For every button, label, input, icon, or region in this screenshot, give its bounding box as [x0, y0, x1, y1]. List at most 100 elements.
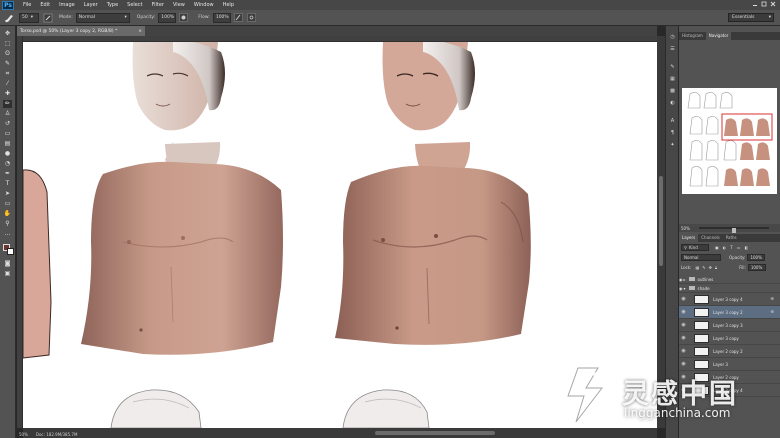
layer-row[interactable]: ◉ Layer 3 copy	[679, 332, 780, 345]
layer-row[interactable]: ◉ Layer 3 copy 4 ⊛	[679, 293, 780, 306]
screen-mode-icon[interactable]: ▣	[3, 270, 12, 278]
lock-all-icon[interactable]: 🔒︎	[715, 265, 717, 270]
brush-panel-icon[interactable]	[43, 13, 53, 23]
crop-tool-icon[interactable]: ⌗	[3, 70, 12, 78]
healing-tool-icon[interactable]: ✚	[3, 90, 12, 98]
dodge-tool-icon[interactable]: ◔	[3, 160, 12, 168]
brush-tool-icon[interactable]: ✏	[3, 100, 12, 108]
shape-tool-icon[interactable]: ▭	[3, 200, 12, 208]
brush-presets-icon[interactable]: ✎	[669, 64, 676, 70]
quick-select-tool-icon[interactable]: ✎	[3, 60, 12, 68]
visibility-eye-icon[interactable]: ◉	[679, 348, 688, 354]
blend-mode-select[interactable]: Normal	[681, 253, 721, 261]
tab-navigator[interactable]: Navigator	[705, 32, 732, 40]
horizontal-scroll-thumb[interactable]	[375, 431, 495, 435]
tab-layers[interactable]: Layers	[679, 234, 699, 242]
visibility-eye-icon[interactable]: ◉	[679, 335, 688, 341]
menu-window[interactable]: Window	[194, 2, 214, 8]
tab-paths[interactable]: Paths	[723, 234, 740, 242]
opacity-input[interactable]: 100%	[158, 12, 177, 23]
history-brush-tool-icon[interactable]: ↺	[3, 120, 12, 128]
more-tools-icon[interactable]: …	[3, 230, 12, 238]
close-tab-icon[interactable]: ×	[138, 29, 142, 34]
menu-layer[interactable]: Layer	[84, 2, 98, 8]
brush-tool-icon[interactable]	[4, 12, 15, 23]
lock-pixels-icon[interactable]: ✎	[702, 265, 705, 270]
minimize-icon[interactable]	[752, 1, 758, 7]
layer-opacity-input[interactable]: 100%	[747, 253, 766, 261]
styles-icon[interactable]: ✦	[669, 142, 676, 148]
move-tool-icon[interactable]: ✥	[3, 30, 12, 38]
filter-shape-icon[interactable]: ▭	[737, 245, 741, 250]
eyedropper-tool-icon[interactable]: ⁄	[3, 80, 12, 88]
adjustments-icon[interactable]: ◐	[669, 100, 676, 106]
close-icon[interactable]	[770, 1, 776, 7]
status-zoom[interactable]: 50%	[19, 432, 28, 437]
type-tool-icon[interactable]: T	[3, 180, 12, 188]
path-selection-tool-icon[interactable]: ➤	[3, 190, 12, 198]
lock-position-icon[interactable]: ✥	[709, 265, 712, 270]
hand-tool-icon[interactable]: ✋	[3, 210, 12, 218]
properties-panel-icon[interactable]: ☰	[669, 46, 676, 52]
document-tab[interactable]: Torso.psd @ 50% (Layer 3 copy 2, RGB/8) …	[17, 26, 145, 36]
navigator-thumbnail[interactable]	[682, 88, 777, 194]
lock-transparency-icon[interactable]: ▦	[695, 265, 699, 270]
layer-row-selected[interactable]: ◉ Layer 3 copy 2 ⊛	[679, 306, 780, 319]
layer-row[interactable]: ◉ Layer 3 copy 3	[679, 319, 780, 332]
airbrush-icon[interactable]	[234, 13, 243, 22]
eraser-tool-icon[interactable]: ▭	[3, 130, 12, 138]
clone-stamp-tool-icon[interactable]: ♙	[3, 110, 12, 118]
character-panel-icon[interactable]: A	[669, 118, 676, 124]
marquee-tool-icon[interactable]: ⬚	[3, 40, 12, 48]
tab-histogram[interactable]: Histogram	[679, 32, 706, 40]
navigator-zoom-value[interactable]: 50%	[681, 226, 690, 231]
brush-panel-icon[interactable]: ▦	[669, 76, 676, 82]
menu-view[interactable]: View	[173, 2, 185, 8]
layer-group-outlines[interactable]: ◉ ▸ outlines	[679, 275, 780, 284]
vertical-scroll-thumb[interactable]	[659, 176, 663, 266]
mode-select[interactable]: Normal ▾	[75, 12, 130, 23]
visibility-eye-icon[interactable]: ◉	[679, 296, 688, 302]
filter-pixel-icon[interactable]: ▣	[715, 245, 719, 250]
workspace-select[interactable]: Essentials ▾	[728, 13, 774, 22]
navigator-zoom-knob[interactable]	[732, 228, 736, 233]
gradient-tool-icon[interactable]: ▤	[3, 140, 12, 148]
blur-tool-icon[interactable]: ●	[3, 150, 12, 158]
kind-filter-select[interactable]: ⚲ Kind	[681, 243, 709, 251]
history-panel-icon[interactable]: ◷	[669, 34, 676, 40]
navigator-zoom-slider[interactable]	[699, 227, 769, 233]
pen-tool-icon[interactable]: ✒	[3, 170, 12, 178]
filter-smart-icon[interactable]: ◧	[745, 245, 749, 250]
menu-edit[interactable]: Edit	[40, 2, 50, 8]
pressure-size-icon[interactable]	[247, 13, 256, 22]
visibility-eye-icon[interactable]: ◉	[679, 277, 683, 282]
menu-image[interactable]: Image	[59, 2, 75, 8]
flow-input[interactable]: 100%	[212, 12, 231, 23]
paragraph-panel-icon[interactable]: ¶	[669, 130, 676, 136]
quick-mask-icon[interactable]: ◙	[3, 260, 12, 268]
swatches-icon[interactable]: ▩	[669, 88, 676, 94]
fill-input[interactable]: 100%	[747, 263, 766, 271]
layer-group-shade[interactable]: ◉ ▾ shade	[679, 284, 780, 293]
visibility-eye-icon[interactable]: ◉	[679, 309, 688, 315]
menu-file[interactable]: File	[23, 2, 31, 8]
lasso-tool-icon[interactable]: ʘ	[3, 50, 12, 58]
menu-help[interactable]: Help	[223, 2, 234, 8]
pressure-opacity-icon[interactable]	[179, 13, 189, 22]
zoom-tool-icon[interactable]: ⚲	[3, 220, 12, 228]
menu-select[interactable]: Select	[127, 2, 142, 8]
visibility-eye-icon[interactable]: ◉	[679, 286, 683, 291]
filter-adjustment-icon[interactable]: ◐	[723, 245, 727, 250]
collapse-arrow-icon[interactable]: ▾	[684, 286, 686, 291]
layer-row[interactable]: ◉ Layer 2 copy 2	[679, 345, 780, 358]
expand-arrow-icon[interactable]: ▸	[684, 277, 686, 282]
background-color-swatch[interactable]	[7, 248, 14, 255]
menu-filter[interactable]: Filter	[152, 2, 164, 8]
tab-channels[interactable]: Channels	[698, 234, 723, 242]
visibility-eye-icon[interactable]: ◉	[679, 322, 688, 328]
filter-type-icon[interactable]: T	[730, 245, 732, 250]
layer-name: Layer 3 copy	[713, 335, 739, 341]
maximize-icon[interactable]	[761, 1, 767, 7]
brush-preset-picker[interactable]: 50 ▾	[19, 12, 39, 23]
menu-type[interactable]: Type	[107, 2, 118, 8]
